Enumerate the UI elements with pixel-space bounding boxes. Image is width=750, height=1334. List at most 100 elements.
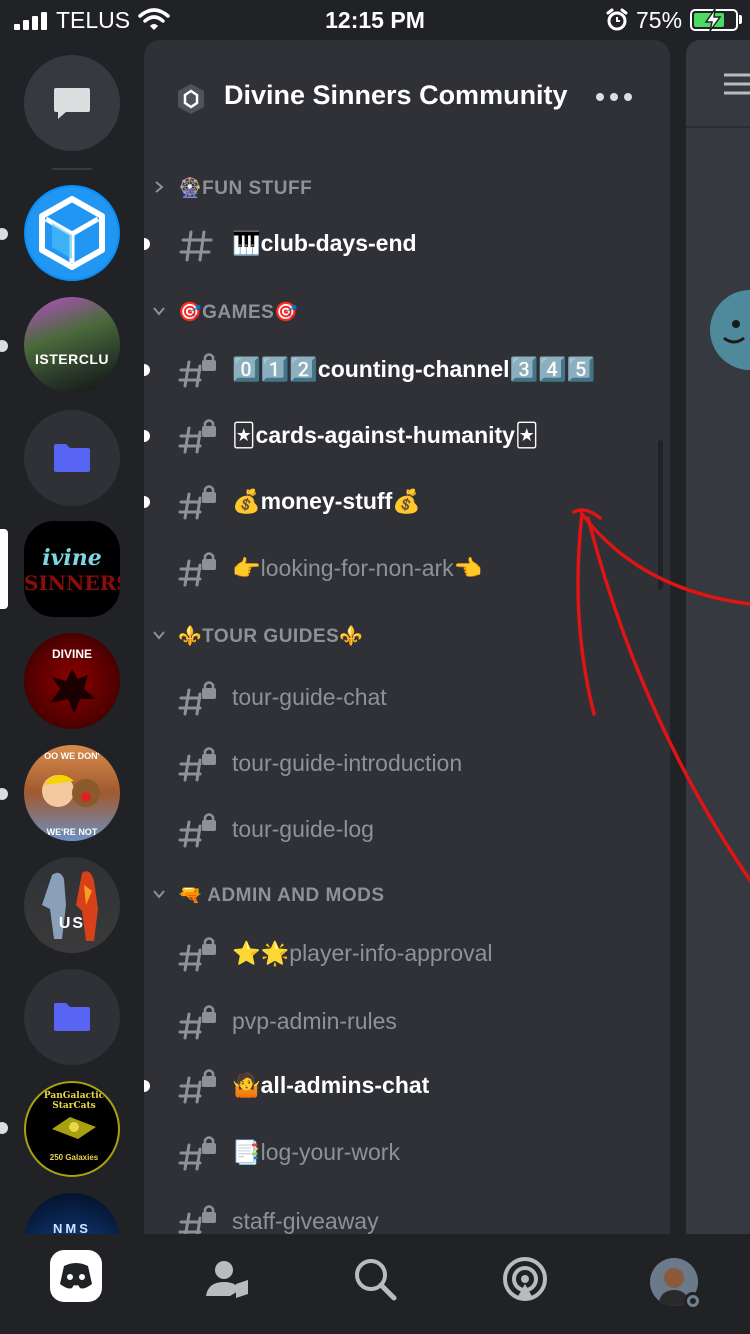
unread-indicator: [0, 1122, 8, 1134]
server-divine-sinners[interactable]: ivine SINNERS: [24, 521, 120, 617]
server-label: ivine: [42, 545, 102, 571]
unread-indicator: [0, 788, 8, 800]
chat-pane-peek[interactable]: [686, 40, 750, 1234]
channel-pvp-admin-rules[interactable]: pvp-admin-rules: [144, 992, 670, 1054]
hamburger-menu-icon[interactable]: [722, 72, 750, 96]
category-tour-guides[interactable]: ⚜️TOUR GUIDES⚜️: [144, 616, 670, 656]
demon-figure-icon: [50, 669, 96, 713]
channel-club-days-end[interactable]: 🎹club-days-end: [144, 214, 670, 276]
chat-header: [686, 40, 750, 128]
category-fun-stuff[interactable]: 🎡FUN STUFF: [144, 168, 670, 208]
channel-looking-for-non-ark[interactable]: 👉looking-for-non-ark👈: [144, 539, 670, 601]
unread-indicator: [144, 364, 150, 376]
locked-hash-icon: [178, 937, 216, 972]
category-label: ⚜️TOUR GUIDES⚜️: [178, 626, 364, 647]
channel-list-panel: Divine Sinners Community 🎡FUN STUFF 🎹clu…: [144, 40, 670, 1234]
channel-counting-channel[interactable]: 0️⃣1️⃣2️⃣counting-channel3️⃣4️⃣5️⃣: [144, 340, 670, 402]
alarm-icon: [606, 8, 628, 31]
locked-hash-icon: [178, 485, 216, 520]
channel-name: 💰money-stuff💰: [232, 488, 421, 514]
chevron-down-icon: [153, 631, 165, 640]
server-starcats[interactable]: PanGalactic StarCats 250 Galaxies: [24, 1081, 120, 1177]
unread-indicator: [144, 496, 150, 508]
avatar: [710, 290, 750, 370]
folder-icon: [54, 444, 90, 472]
channel-money-stuff[interactable]: 💰money-stuff💰: [144, 472, 670, 534]
channel-name: 🃏cards-against-humanity🃏: [232, 422, 539, 448]
channel-name: tour-guide-chat: [232, 684, 387, 710]
server-folder[interactable]: [24, 969, 120, 1065]
locked-hash-icon: [178, 813, 216, 848]
direct-messages-button[interactable]: [24, 55, 120, 151]
smiley-face-icon: [723, 320, 745, 344]
server-folder[interactable]: [24, 410, 120, 506]
channel-name: staff-giveaway: [232, 1208, 379, 1234]
friends-icon[interactable]: [202, 1254, 252, 1304]
server-label: PanGalactic StarCats: [43, 1091, 105, 1111]
server-sisterclub[interactable]: ISTERCLU: [24, 297, 120, 393]
category-games[interactable]: 🎯GAMES🎯: [144, 292, 670, 332]
discord-home-icon[interactable]: [50, 1250, 102, 1302]
locked-hash-icon: [178, 353, 216, 388]
chat-bubble-icon: [54, 88, 90, 119]
discord-logo-icon: [60, 1263, 96, 1300]
channel-tour-guide-chat[interactable]: tour-guide-chat: [144, 668, 670, 730]
channel-cards-against-humanity[interactable]: 🃏cards-against-humanity🃏: [144, 406, 670, 468]
channel-name: 🤷all-admins-chat: [232, 1072, 430, 1098]
server-label: OO WE DON': [44, 751, 100, 761]
channel-player-info-approval[interactable]: ⭐🌟player-info-approval: [144, 924, 670, 986]
channel-tour-guide-introduction[interactable]: tour-guide-introduction: [144, 734, 670, 796]
server-us[interactable]: US: [24, 857, 120, 953]
server-boost-icon: [178, 84, 204, 114]
unread-indicator: [0, 340, 8, 352]
channel-staff-giveaway[interactable]: staff-giveaway: [144, 1192, 670, 1234]
rail-divider: [52, 168, 92, 170]
status-bar: TELUS 12:15 PM 75%: [0, 0, 750, 40]
scrollbar[interactable]: [658, 440, 663, 590]
channel-name: pvp-admin-rules: [232, 1008, 397, 1034]
unread-indicator: [144, 238, 150, 250]
server-divine[interactable]: DIVINE: [24, 633, 120, 729]
channel-name: ⭐🌟player-info-approval: [232, 940, 493, 966]
server-rail: ISTERCLU ivine SINNERS DIVINE OO WE DON': [0, 40, 144, 1289]
search-icon[interactable]: [350, 1254, 400, 1304]
locked-hash-icon: [178, 747, 216, 782]
mentions-icon[interactable]: [500, 1254, 550, 1304]
more-options-icon[interactable]: [596, 90, 632, 104]
discord-app: TELUS 12:15 PM 75% ISTERCLU ivine SINNER…: [0, 0, 750, 1334]
server-meme[interactable]: OO WE DON' WE'RE NOT: [24, 745, 120, 841]
server-label: DIVINE: [51, 647, 92, 661]
server-label: US: [58, 915, 86, 932]
server-label: SINNERS: [24, 571, 120, 595]
locked-hash-icon: [178, 552, 216, 587]
active-server-indicator: [0, 529, 8, 609]
channel-tour-guide-log[interactable]: tour-guide-log: [144, 800, 670, 862]
status-indicator: [684, 1292, 702, 1310]
server-cube[interactable]: [24, 185, 120, 281]
characters-image: [42, 774, 100, 807]
figures-image: [42, 871, 98, 941]
battery-cap: [739, 15, 742, 24]
chevron-down-icon: [153, 307, 165, 316]
server-header[interactable]: Divine Sinners Community: [144, 40, 670, 150]
locked-hash-icon: [178, 681, 216, 716]
channel-name: 📑log-your-work: [232, 1139, 400, 1165]
server-label: WE'RE NOT: [46, 827, 98, 837]
server-name: Divine Sinners Community: [224, 80, 568, 110]
channel-all-admins-chat[interactable]: 🤷all-admins-chat: [144, 1056, 670, 1118]
locked-hash-icon: [178, 419, 216, 454]
locked-hash-icon: [178, 1205, 216, 1234]
bottom-navigation: [0, 1234, 750, 1334]
channel-name: 👉looking-for-non-ark👈: [232, 555, 483, 581]
starcat-ship-icon: [52, 1117, 96, 1139]
channel-log-your-work[interactable]: 📑log-your-work: [144, 1123, 670, 1185]
cube-icon: [26, 187, 118, 279]
channel-name: 🎹club-days-end: [232, 230, 417, 256]
hash-icon: [179, 230, 213, 262]
locked-hash-icon: [178, 1005, 216, 1040]
server-label: 250 Galaxies: [49, 1153, 99, 1162]
category-label: 🎡FUN STUFF: [178, 178, 313, 199]
category-admin-and-mods[interactable]: 🔫 ADMIN AND MODS: [144, 875, 670, 915]
locked-hash-icon: [178, 1069, 216, 1104]
locked-hash-icon: [178, 1136, 216, 1171]
